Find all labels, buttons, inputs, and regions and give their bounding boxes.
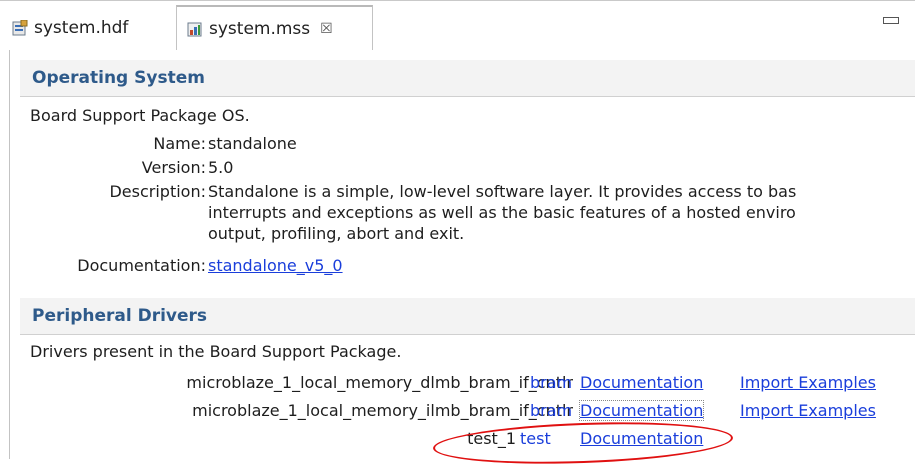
mss-file-icon	[187, 21, 203, 37]
tab-system-hdf[interactable]: system.hdf	[0, 6, 176, 50]
os-intro: Board Support Package OS.	[30, 106, 250, 125]
driver-name[interactable]: bram	[530, 373, 572, 392]
drivers-section-header[interactable]: Peripheral Drivers	[20, 298, 915, 335]
version-label: Version:	[141, 158, 206, 177]
documentation-label: Documentation:	[77, 256, 206, 275]
editor-tab-bar: system.hdf system.mss ☒	[0, 0, 915, 50]
import-examples-link[interactable]: Import Examples	[740, 373, 876, 392]
section-title: Peripheral Drivers	[32, 306, 208, 326]
tabbar-border	[0, 0, 915, 1]
driver-name[interactable]: bram	[530, 401, 572, 420]
documentation-link[interactable]: Documentation	[578, 400, 705, 421]
import-examples-link[interactable]: Import Examples	[740, 401, 876, 420]
standalone-doc-link[interactable]: standalone_v5_0	[208, 256, 343, 275]
mss-editor-content: Operating System Board Support Package O…	[9, 50, 915, 459]
close-icon[interactable]: ☒	[320, 21, 333, 37]
tab-label: system.mss	[209, 18, 311, 39]
description-line: output, profiling, abort and exit.	[208, 224, 465, 243]
version-value: 5.0	[208, 158, 234, 177]
name-value: standalone	[208, 134, 297, 153]
tab-label: system.hdf	[34, 18, 129, 38]
driver-instance-name: microblaze_1_local_memory_ilmb_bram_if_c…	[192, 401, 573, 420]
description-line: interrupts and exceptions as well as the…	[208, 203, 796, 222]
drivers-intro: Drivers present in the Board Support Pac…	[30, 342, 402, 361]
tab-system-mss[interactable]: system.mss ☒	[176, 5, 373, 50]
os-section-header[interactable]: Operating System	[20, 60, 915, 97]
name-label: Name:	[153, 134, 206, 153]
minimize-icon[interactable]	[883, 17, 899, 24]
documentation-link[interactable]: Documentation	[580, 373, 703, 392]
description-line: Standalone is a simple, low-level softwa…	[208, 182, 797, 201]
driver-instance-name: microblaze_1_local_memory_dlmb_bram_if_c…	[186, 373, 573, 392]
section-title: Operating System	[32, 68, 205, 88]
hdf-file-icon	[12, 19, 28, 36]
description-label: Description:	[109, 182, 206, 201]
